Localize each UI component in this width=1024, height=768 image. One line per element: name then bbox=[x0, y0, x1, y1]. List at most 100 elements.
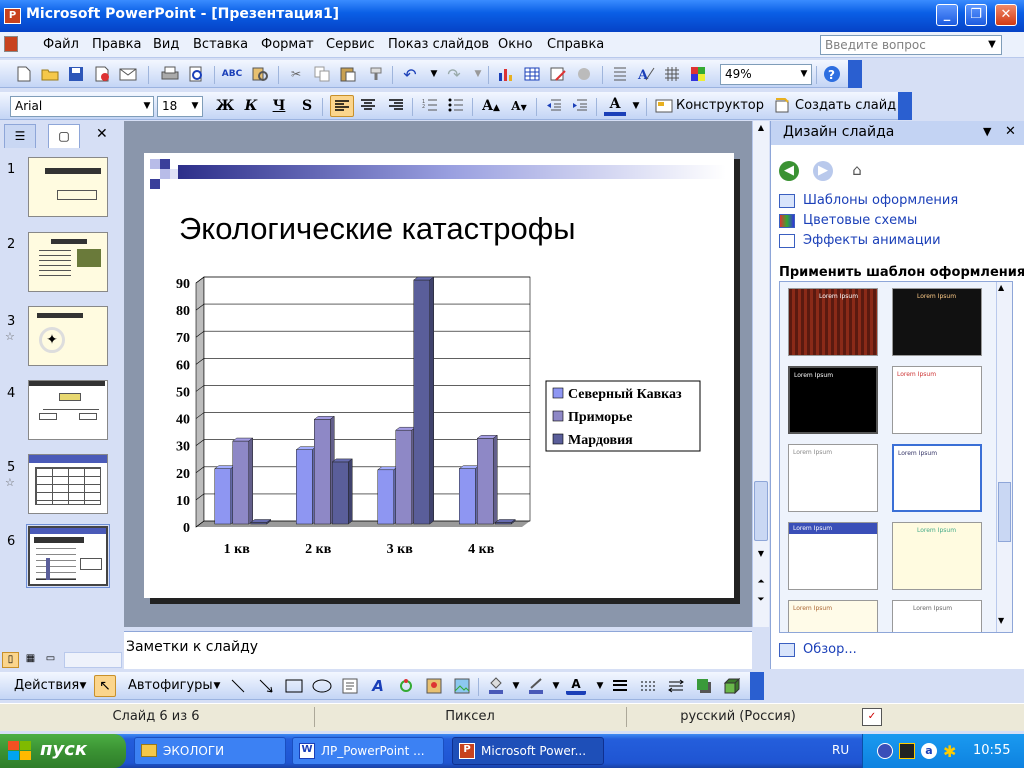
language-bar[interactable]: RU bbox=[832, 743, 849, 757]
shadow-button[interactable]: S bbox=[296, 96, 318, 117]
task-pane-close-icon[interactable]: ✕ bbox=[1005, 124, 1016, 139]
cut-icon[interactable]: ✂ bbox=[286, 65, 306, 83]
taskbar-button-folder[interactable]: ЭКОЛОГИ bbox=[134, 737, 286, 765]
design-template-gallery[interactable]: Lorem Ipsum Lorem Ipsum Lorem Ipsum Lore… bbox=[779, 281, 1013, 633]
diagram-icon[interactable] bbox=[396, 677, 416, 695]
designer-button[interactable]: Конструктор bbox=[676, 98, 764, 113]
decrease-indent-icon[interactable] bbox=[544, 96, 564, 114]
increase-indent-icon[interactable] bbox=[570, 96, 590, 114]
rectangle-icon[interactable] bbox=[284, 677, 304, 695]
template-thumbnail[interactable]: Lorem Ipsum bbox=[892, 288, 982, 356]
close-button[interactable]: ✕ bbox=[995, 4, 1017, 26]
template-thumbnail[interactable]: Lorem Ipsum bbox=[788, 366, 878, 434]
copy-icon[interactable] bbox=[312, 65, 332, 83]
template-thumbnail[interactable]: Lorem Ipsum bbox=[788, 288, 878, 356]
scroll-down-icon[interactable]: ▼ bbox=[998, 616, 1004, 625]
fill-dropdown-icon[interactable]: ▼ bbox=[509, 677, 523, 696]
maximize-button[interactable]: ❐ bbox=[965, 4, 987, 26]
wordart-icon[interactable]: A bbox=[368, 677, 388, 695]
template-thumbnail[interactable]: Lorem Ipsum bbox=[788, 444, 878, 512]
next-slide-icon[interactable]: ⏷ bbox=[754, 595, 768, 609]
line-style-icon[interactable] bbox=[610, 677, 630, 695]
line-icon[interactable] bbox=[228, 677, 248, 695]
align-center-icon[interactable] bbox=[358, 96, 378, 114]
link-browse[interactable]: Обзор... bbox=[803, 642, 857, 657]
fill-color-icon[interactable] bbox=[486, 677, 506, 695]
taskbar-button-powerpoint[interactable]: P Microsoft Power... bbox=[452, 737, 604, 765]
link-design-templates[interactable]: Шаблоны оформления bbox=[803, 193, 958, 208]
print-preview-icon[interactable] bbox=[186, 65, 206, 83]
permission-icon[interactable] bbox=[92, 65, 112, 83]
scroll-thumb[interactable] bbox=[998, 482, 1011, 542]
3d-style-icon[interactable] bbox=[722, 677, 742, 695]
slide-show-icon[interactable]: ▭ bbox=[42, 652, 59, 668]
scroll-down-icon[interactable]: ▼ bbox=[754, 549, 768, 563]
previous-slide-icon[interactable]: ⏶ bbox=[754, 577, 768, 591]
align-right-icon[interactable] bbox=[386, 96, 406, 114]
scroll-up-icon[interactable]: ▲ bbox=[998, 283, 1004, 292]
research-icon[interactable] bbox=[250, 65, 270, 83]
template-thumbnail[interactable]: Lorem Ipsum bbox=[892, 522, 982, 590]
tray-icon-messenger[interactable]: ✱ bbox=[943, 742, 956, 761]
menu-edit[interactable]: Правка bbox=[92, 37, 141, 52]
clip-art-icon[interactable] bbox=[424, 677, 444, 695]
expand-all-icon[interactable] bbox=[610, 65, 630, 83]
slide-thumbnail-3[interactable]: ✦ bbox=[28, 306, 108, 366]
font-color-icon[interactable]: A bbox=[604, 96, 626, 116]
slide-thumbnail-1[interactable] bbox=[28, 157, 108, 217]
vertical-scrollbar[interactable]: ▲ ▼ ⏶ ⏷ bbox=[752, 121, 769, 627]
font-size-dropdown-icon[interactable]: ▼ bbox=[188, 97, 202, 116]
select-pointer-icon[interactable]: ↖ bbox=[94, 675, 116, 697]
color-grayscale-icon[interactable] bbox=[688, 65, 708, 83]
new-slide-button[interactable]: Создать слайд bbox=[795, 98, 896, 113]
decrease-font-icon[interactable]: A▼ bbox=[508, 96, 530, 117]
increase-font-icon[interactable]: A▲ bbox=[480, 96, 502, 117]
paste-icon[interactable] bbox=[338, 65, 358, 83]
slide-thumbnail-5[interactable] bbox=[28, 454, 108, 514]
align-left-icon[interactable] bbox=[330, 95, 354, 117]
slide-sorter-icon[interactable]: ▦ bbox=[22, 652, 39, 668]
spelling-icon[interactable]: ABC bbox=[222, 65, 242, 83]
arrow-style-icon[interactable] bbox=[666, 677, 686, 695]
template-thumbnail[interactable]: Lorem Ipsum bbox=[788, 522, 878, 590]
home-icon[interactable]: ⌂ bbox=[847, 161, 867, 181]
save-icon[interactable] bbox=[66, 65, 86, 83]
toolbar-options-icon[interactable] bbox=[848, 60, 862, 88]
task-pane-menu-icon[interactable]: ▼ bbox=[983, 125, 991, 138]
new-icon[interactable] bbox=[14, 65, 34, 83]
template-thumbnail[interactable]: Lorem Ipsum bbox=[892, 366, 982, 434]
template-thumbnail[interactable]: Lorem Ipsum bbox=[892, 600, 982, 632]
slide-thumbnail-6[interactable] bbox=[26, 524, 110, 588]
menu-help[interactable]: Справка bbox=[547, 37, 604, 52]
slide-thumbnail-4[interactable] bbox=[28, 380, 108, 440]
slide[interactable]: Экологические катастрофы 0 10 20 30 40 50 60 70… bbox=[144, 153, 734, 598]
font-color-dropdown-icon[interactable]: ▼ bbox=[593, 677, 607, 696]
scroll-up-icon[interactable]: ▲ bbox=[754, 123, 768, 137]
numbering-icon[interactable]: 12 bbox=[420, 96, 440, 114]
scroll-thumb[interactable] bbox=[754, 481, 768, 541]
arrow-icon[interactable] bbox=[256, 677, 276, 695]
text-box-icon[interactable] bbox=[340, 677, 360, 695]
undo-icon[interactable]: ↶ bbox=[400, 65, 420, 84]
show-grid-icon[interactable] bbox=[662, 65, 682, 83]
tray-icon-agent[interactable]: a bbox=[921, 743, 937, 759]
template-thumbnail[interactable]: Lorem Ipsum bbox=[788, 600, 878, 632]
help-icon[interactable]: ? bbox=[822, 65, 842, 83]
line-color-dropdown-icon[interactable]: ▼ bbox=[549, 677, 563, 696]
menu-tools[interactable]: Сервис bbox=[326, 37, 375, 52]
close-pane-icon[interactable]: ✕ bbox=[96, 126, 108, 142]
insert-table-icon[interactable] bbox=[522, 65, 542, 83]
powerpoint-app-icon[interactable]: P bbox=[4, 8, 21, 24]
menu-slideshow[interactable]: Показ слайдов bbox=[388, 37, 489, 52]
back-icon[interactable]: ◀ bbox=[779, 161, 799, 181]
font-dropdown-icon[interactable]: ▼ bbox=[140, 97, 154, 116]
open-icon[interactable] bbox=[40, 65, 60, 83]
minimize-button[interactable]: _ bbox=[936, 4, 958, 26]
spelling-status-icon[interactable]: ✓ bbox=[862, 708, 882, 726]
undo-dropdown-icon[interactable]: ▼ bbox=[427, 65, 441, 84]
format-painter-icon[interactable] bbox=[366, 65, 386, 83]
bold-button[interactable]: Ж bbox=[214, 96, 236, 117]
menu-file[interactable]: Файл bbox=[43, 37, 79, 52]
link-color-schemes[interactable]: Цветовые схемы bbox=[803, 213, 917, 228]
ask-question-input[interactable]: Введите вопрос bbox=[820, 35, 1002, 55]
